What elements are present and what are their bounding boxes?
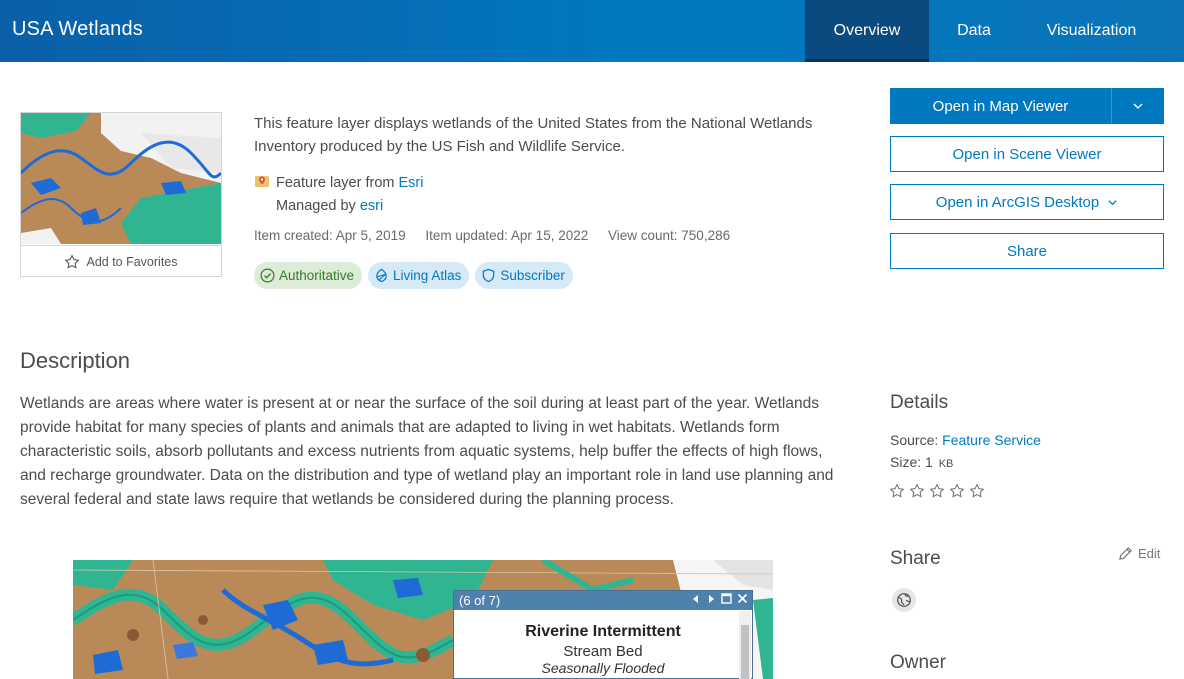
star-icon[interactable] — [909, 483, 925, 499]
open-in-arcgis-desktop-button[interactable]: Open in ArcGIS Desktop — [890, 184, 1164, 220]
size-line: Size: 1 KB — [890, 454, 953, 470]
star-icon[interactable] — [929, 483, 945, 499]
view-count: View count: 750,286 — [608, 228, 731, 243]
badge-list: Authoritative Living Atlas Subscriber — [254, 262, 573, 289]
feature-layer-icon — [255, 176, 269, 187]
tab-overview[interactable]: Overview — [805, 0, 929, 62]
check-circle-icon — [260, 268, 275, 283]
item-metadata: Item created: Apr 5, 2019 Item updated: … — [254, 228, 746, 243]
popup-counter: (6 of 7) — [459, 593, 501, 608]
size-label: Size: 1 — [890, 454, 933, 470]
layer-type-prefix: Feature layer from — [276, 175, 395, 191]
size-unit: KB — [938, 458, 954, 470]
map-viewer-label: Open in Map Viewer — [932, 97, 1069, 115]
description-text: Wetlands are areas where water is presen… — [20, 395, 834, 508]
favorites-label: Add to Favorites — [86, 254, 178, 269]
page-title: USA Wetlands — [12, 18, 143, 40]
updated-date: Item updated: Apr 15, 2022 — [425, 228, 589, 243]
next-icon[interactable] — [706, 594, 716, 604]
subscriber-badge[interactable]: Subscriber — [475, 262, 573, 289]
managed-by-link[interactable]: esri — [360, 198, 383, 214]
public-share-icon — [892, 588, 916, 612]
popup-subtitle: Stream Bed — [563, 643, 643, 660]
previous-icon[interactable] — [691, 594, 701, 604]
living-atlas-badge[interactable]: Living Atlas — [368, 262, 470, 289]
owner-info: Feature layer from Esri Managed by esri — [254, 172, 423, 218]
living-atlas-icon — [376, 268, 387, 283]
source-line: Source: Feature Service — [890, 432, 1041, 448]
description-heading: Description — [20, 348, 131, 373]
share-heading: Share — [890, 548, 941, 569]
thumbnail-card: Add to Favorites — [20, 112, 222, 277]
source-label: Source: — [890, 432, 939, 448]
popup-title-bar: (6 of 7) — [454, 591, 752, 610]
map-popup: (6 of 7) Riverine Intermittent Stream Be… — [453, 590, 753, 679]
close-icon[interactable] — [737, 593, 748, 604]
badge-label: Living Atlas — [393, 268, 462, 283]
scene-viewer-label: Open in Scene Viewer — [952, 145, 1102, 163]
feature-service-link[interactable]: Feature Service — [942, 432, 1041, 448]
share-label: Share — [1006, 242, 1048, 260]
owner-heading: Owner — [890, 652, 946, 673]
edit-label: Edit — [1138, 546, 1161, 561]
managed-prefix: Managed by — [276, 198, 356, 214]
open-in-scene-viewer-button[interactable]: Open in Scene Viewer — [890, 136, 1164, 172]
star-icon — [64, 253, 80, 269]
tab-visualization[interactable]: Visualization — [1019, 0, 1164, 62]
top-header: USA Wetlands Overview Data Visualization — [0, 0, 1184, 62]
rating-stars[interactable] — [889, 483, 985, 499]
layer-source-link[interactable]: Esri — [399, 175, 424, 191]
desktop-label: Open in ArcGIS Desktop — [935, 193, 1100, 211]
details-heading: Details — [890, 392, 949, 413]
badge-label: Authoritative — [279, 268, 355, 283]
star-icon[interactable] — [949, 483, 965, 499]
tab-data[interactable]: Data — [929, 0, 1019, 62]
edit-share-button[interactable]: Edit — [1118, 546, 1160, 561]
globe-icon — [897, 593, 911, 607]
star-icon[interactable] — [889, 483, 905, 499]
authoritative-badge[interactable]: Authoritative — [254, 262, 363, 289]
created-date: Item created: Apr 5, 2019 — [254, 228, 406, 243]
maximize-icon[interactable] — [721, 593, 732, 604]
badge-label: Subscriber — [500, 268, 565, 283]
chevron-down-icon — [1108, 199, 1117, 205]
add-to-favorites-button[interactable]: Add to Favorites — [21, 245, 221, 277]
open-in-map-viewer-button[interactable]: Open in Map Viewer — [890, 88, 1164, 124]
chevron-down-icon — [1133, 103, 1143, 109]
pencil-icon — [1119, 547, 1132, 560]
popup-scrollbar[interactable] — [739, 611, 751, 679]
item-summary: This feature layer displays wetlands of … — [254, 115, 813, 155]
popup-detail: Seasonally Flooded — [541, 660, 665, 676]
shield-icon — [483, 268, 495, 283]
thumbnail-image — [21, 113, 221, 244]
popup-title: Riverine Intermittent — [525, 623, 681, 640]
star-icon[interactable] — [969, 483, 985, 499]
share-button[interactable]: Share — [890, 233, 1164, 269]
map-viewer-dropdown[interactable] — [1112, 100, 1164, 112]
